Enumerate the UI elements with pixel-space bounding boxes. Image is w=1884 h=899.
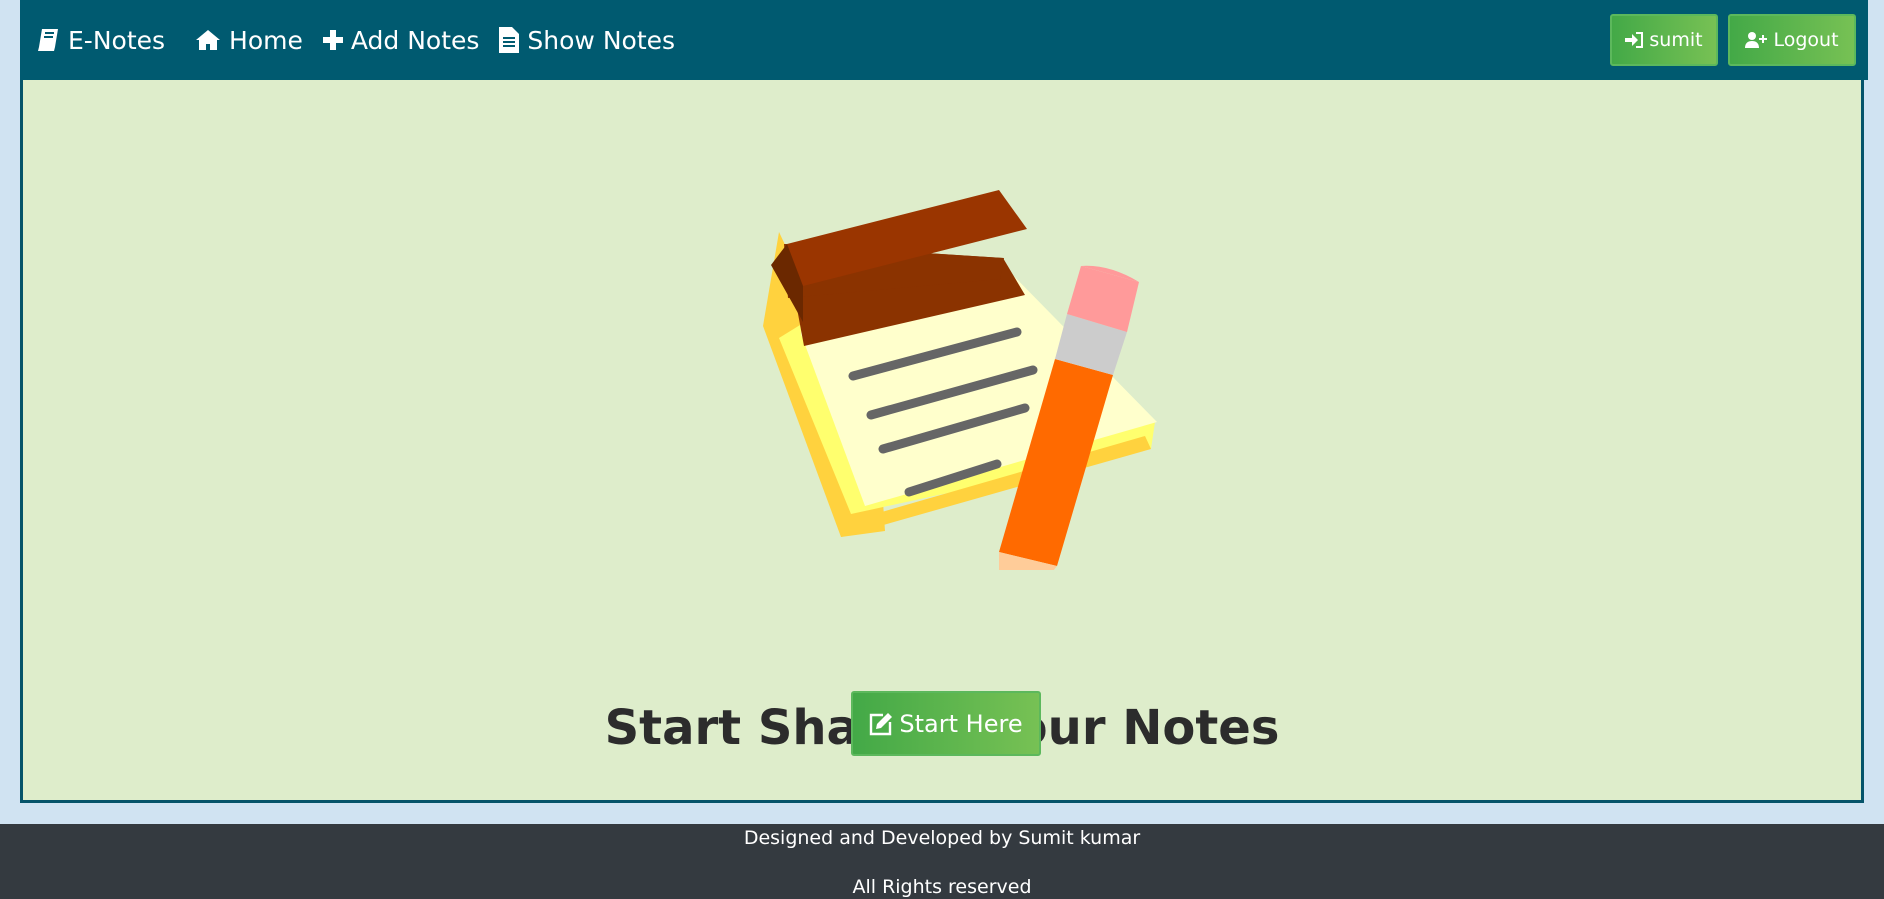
user-button[interactable]: sumit [1610,14,1718,66]
home-icon [195,29,221,51]
nav-link-add-notes-label: Add Notes [350,25,480,55]
user-button-label: sumit [1649,29,1703,51]
footer-rights: All Rights reserved [852,876,1032,898]
logout-button-label: Logout [1773,29,1839,51]
hero-panel: Start Sharing Your Notes Start Here [20,80,1864,803]
logout-button[interactable]: Logout [1728,14,1856,66]
nav-left: E-Notes Home Add Notes Show Notes [20,26,695,55]
footer-credit: Designed and Developed by Sumit kumar [743,827,1141,849]
brand-label: E-Notes [68,25,166,55]
nav-link-show-notes-label: Show Notes [527,25,676,55]
nav-link-show-notes[interactable]: Show Notes [499,26,675,55]
plus-icon [322,30,343,50]
navbar: E-Notes Home Add Notes Show Notes sumit … [20,0,1868,80]
footer: Designed and Developed by Sumit kumar Al… [0,824,1884,899]
user-plus-icon [1745,32,1768,48]
start-here-button[interactable]: Start Here [851,691,1041,756]
book-icon [38,28,60,52]
nav-right: sumit Logout [1610,14,1868,66]
nav-link-home-label: Home [229,25,303,55]
nav-link-add-notes[interactable]: Add Notes [322,25,480,55]
nav-link-home[interactable]: Home [195,26,303,55]
file-icon [499,27,520,53]
notepad-pencil-illustration [747,174,1157,649]
sign-in-icon [1625,32,1644,48]
edit-icon [869,712,893,736]
start-here-label: Start Here [899,709,1023,738]
brand-link[interactable]: E-Notes [38,26,165,55]
